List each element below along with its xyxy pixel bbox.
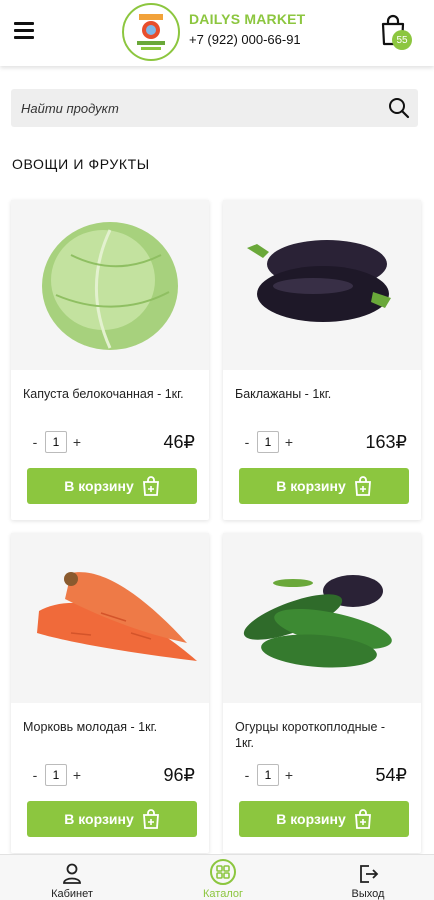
quantity-input[interactable] [45, 431, 67, 453]
quantity-stepper: - + [29, 430, 83, 454]
nav-item-logout[interactable]: Выход [308, 855, 428, 900]
product-price: 54₽ [375, 765, 407, 785]
add-to-cart-button[interactable]: В корзину [239, 801, 409, 837]
add-to-cart-button[interactable]: В корзину [239, 468, 409, 504]
quantity-decrease-button[interactable]: - [29, 767, 41, 783]
cart-add-icon [354, 476, 371, 496]
product-name[interactable]: Капуста белокочанная - 1кг. [23, 386, 195, 402]
product-image-eggplant[interactable] [223, 200, 421, 370]
cart-add-icon [142, 476, 159, 496]
product-name[interactable]: Морковь молодая - 1кг. [23, 719, 195, 735]
quantity-input[interactable] [257, 764, 279, 786]
product-price: 96₽ [163, 765, 195, 785]
product-price: 46₽ [163, 432, 195, 452]
hamburger-menu-icon[interactable] [14, 22, 34, 40]
quantity-decrease-button[interactable]: - [241, 767, 253, 783]
catalog-icon [210, 859, 236, 885]
product-price: 163₽ [365, 432, 407, 452]
product-name[interactable]: Огурцы короткоплодные - 1кг. [235, 719, 407, 751]
add-to-cart-button[interactable]: В корзину [27, 801, 197, 837]
product-card[interactable]: Морковь молодая - 1кг. - + 96₽ В корзину [11, 533, 209, 853]
product-card[interactable]: Капуста белокочанная - 1кг. - + 46₽ В ко… [11, 200, 209, 520]
quantity-stepper: - + [241, 430, 295, 454]
brand-name: DAILYS MARKET [189, 11, 306, 27]
product-image-cucumber[interactable] [223, 533, 421, 703]
product-name[interactable]: Баклажаны - 1кг. [235, 386, 407, 402]
user-icon [63, 863, 81, 884]
quantity-increase-button[interactable]: + [283, 434, 295, 450]
quantity-increase-button[interactable]: + [283, 767, 295, 783]
product-card[interactable]: Баклажаны - 1кг. - + 163₽ В корзину [223, 200, 421, 520]
quantity-input[interactable] [45, 764, 67, 786]
quantity-input[interactable] [257, 431, 279, 453]
search-icon[interactable] [388, 97, 410, 119]
store-phone[interactable]: +7 (922) 000-66-91 [189, 32, 301, 47]
nav-label: Кабинет [51, 888, 93, 900]
nav-item-catalog[interactable]: Каталог [163, 855, 283, 900]
quantity-increase-button[interactable]: + [71, 767, 83, 783]
nav-label: Каталог [203, 888, 243, 900]
add-to-cart-label: В корзину [64, 811, 134, 827]
product-card[interactable]: Огурцы короткоплодные - 1кг. - + 54₽ В к… [223, 533, 421, 853]
app-header: DAILYS MARKET +7 (922) 000-66-91 55 [0, 0, 434, 66]
logout-icon [360, 865, 379, 883]
category-title: ОВОЩИ И ФРУКТЫ [12, 156, 150, 172]
store-logo[interactable] [122, 3, 180, 61]
cart-add-icon [142, 809, 159, 829]
quantity-decrease-button[interactable]: - [241, 434, 253, 450]
cart-count-badge: 55 [392, 30, 412, 50]
search-input[interactable] [21, 89, 381, 127]
product-image-carrot[interactable] [11, 533, 209, 703]
nav-label: Выход [351, 888, 385, 900]
add-to-cart-label: В корзину [64, 478, 134, 494]
product-image-cabbage[interactable] [11, 200, 209, 370]
add-to-cart-button[interactable]: В корзину [27, 468, 197, 504]
quantity-stepper: - + [29, 763, 83, 787]
add-to-cart-label: В корзину [276, 811, 346, 827]
quantity-stepper: - + [241, 763, 295, 787]
cart-add-icon [354, 809, 371, 829]
add-to-cart-label: В корзину [276, 478, 346, 494]
quantity-decrease-button[interactable]: - [29, 434, 41, 450]
quantity-increase-button[interactable]: + [71, 434, 83, 450]
search-bar [11, 89, 418, 127]
nav-item-cabinet[interactable]: Кабинет [12, 855, 132, 900]
bottom-navigation: Кабинет Каталог Выход [0, 854, 434, 900]
